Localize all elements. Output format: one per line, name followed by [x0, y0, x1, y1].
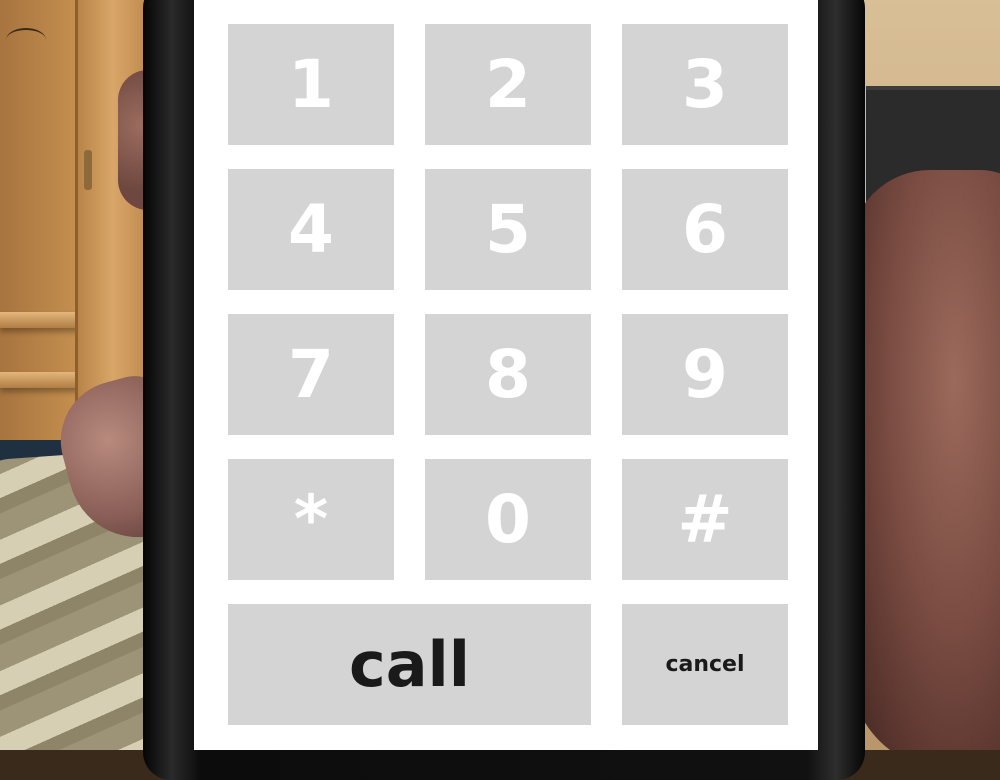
- key-hash[interactable]: #: [622, 459, 788, 580]
- key-6[interactable]: 6: [622, 169, 788, 290]
- key-8[interactable]: 8: [425, 314, 591, 435]
- key-3[interactable]: 3: [622, 24, 788, 145]
- door-handle: [84, 150, 92, 190]
- right-hand: [850, 170, 1000, 750]
- cancel-button[interactable]: cancel: [622, 604, 788, 725]
- key-9[interactable]: 9: [622, 314, 788, 435]
- key-4[interactable]: 4: [228, 169, 394, 290]
- wardrobe-shelf: [0, 312, 82, 328]
- key-star[interactable]: *: [228, 459, 394, 580]
- dial-keypad: 1 2 3 4 5 6 7 8 9 * 0 # call cancel: [194, 0, 818, 750]
- key-0[interactable]: 0: [425, 459, 591, 580]
- key-2[interactable]: 2: [425, 24, 591, 145]
- key-5[interactable]: 5: [425, 169, 591, 290]
- phone-screen: 1 2 3 4 5 6 7 8 9 * 0 # call cancel: [194, 0, 818, 750]
- call-button[interactable]: call: [228, 604, 591, 725]
- coat-hanger: [6, 28, 46, 52]
- key-7[interactable]: 7: [228, 314, 394, 435]
- key-1[interactable]: 1: [228, 24, 394, 145]
- wardrobe-shelf: [0, 372, 82, 388]
